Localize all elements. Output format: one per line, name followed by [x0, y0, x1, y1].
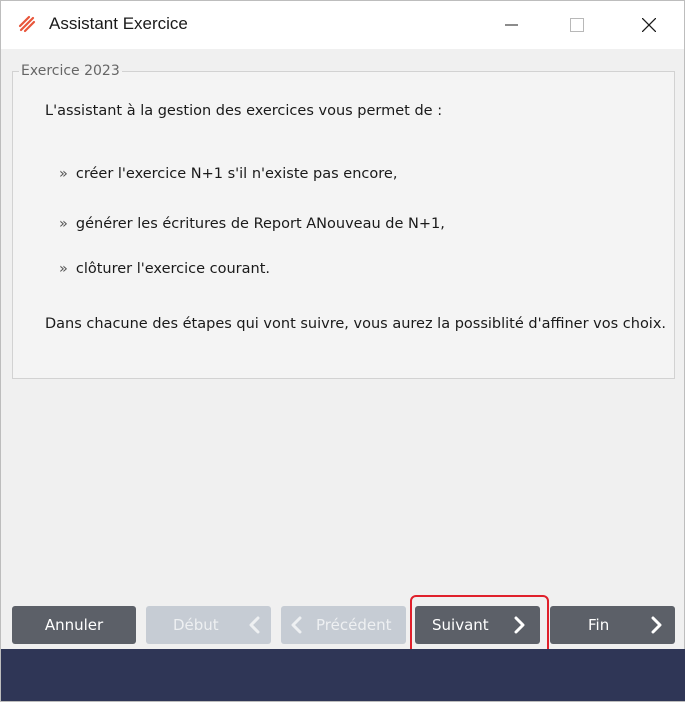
finish-button-label: Fin [588, 616, 610, 634]
chevron-left-icon [291, 616, 302, 634]
start-button-label: Début [173, 616, 219, 634]
list-item-text: créer l'exercice N+1 s'il n'existe pas e… [75, 166, 398, 182]
bullet-mark: » [59, 216, 68, 232]
list-item: » clôturer l'exercice courant. [59, 261, 270, 277]
previous-button[interactable]: Précédent [281, 606, 406, 644]
outro-text: Dans chacune des étapes qui vont suivre,… [45, 316, 667, 332]
content-area: Exercice 2023 L'assistant à la gestion d… [1, 49, 684, 649]
list-item-text: générer les écritures de Report ANouveau… [75, 216, 445, 232]
exercise-group: Exercice 2023 L'assistant à la gestion d… [12, 63, 675, 379]
app-logo-icon [16, 13, 38, 35]
start-button[interactable]: Début [146, 606, 271, 644]
chevron-left-icon [249, 616, 260, 634]
close-button[interactable] [614, 1, 684, 49]
group-legend: Exercice 2023 [21, 63, 120, 79]
maximize-button[interactable] [542, 1, 612, 49]
cancel-button[interactable]: Annuler [12, 606, 136, 644]
bullet-mark: » [59, 261, 68, 277]
title-bar: Assistant Exercice [1, 1, 684, 49]
finish-button[interactable]: Fin [550, 606, 675, 644]
intro-text: L'assistant à la gestion des exercices v… [45, 103, 443, 119]
previous-button-label: Précédent [316, 616, 392, 634]
list-item: » générer les écritures de Report ANouvea… [59, 216, 445, 232]
list-item-text: clôturer l'exercice courant. [75, 261, 271, 277]
cancel-button-label: Annuler [44, 616, 104, 634]
minimize-button[interactable] [477, 1, 547, 49]
window-title: Assistant Exercice [49, 14, 188, 33]
close-icon [642, 18, 656, 32]
chevron-right-icon [651, 616, 662, 634]
maximize-icon [570, 18, 584, 32]
bullet-mark: » [59, 166, 68, 182]
list-item: » créer l'exercice N+1 s'il n'existe pas … [59, 166, 397, 182]
assistant-window: Assistant Exercice Exercice 2023 L'assis… [0, 0, 685, 702]
footer-bar [1, 649, 685, 701]
minimize-icon [505, 24, 518, 26]
